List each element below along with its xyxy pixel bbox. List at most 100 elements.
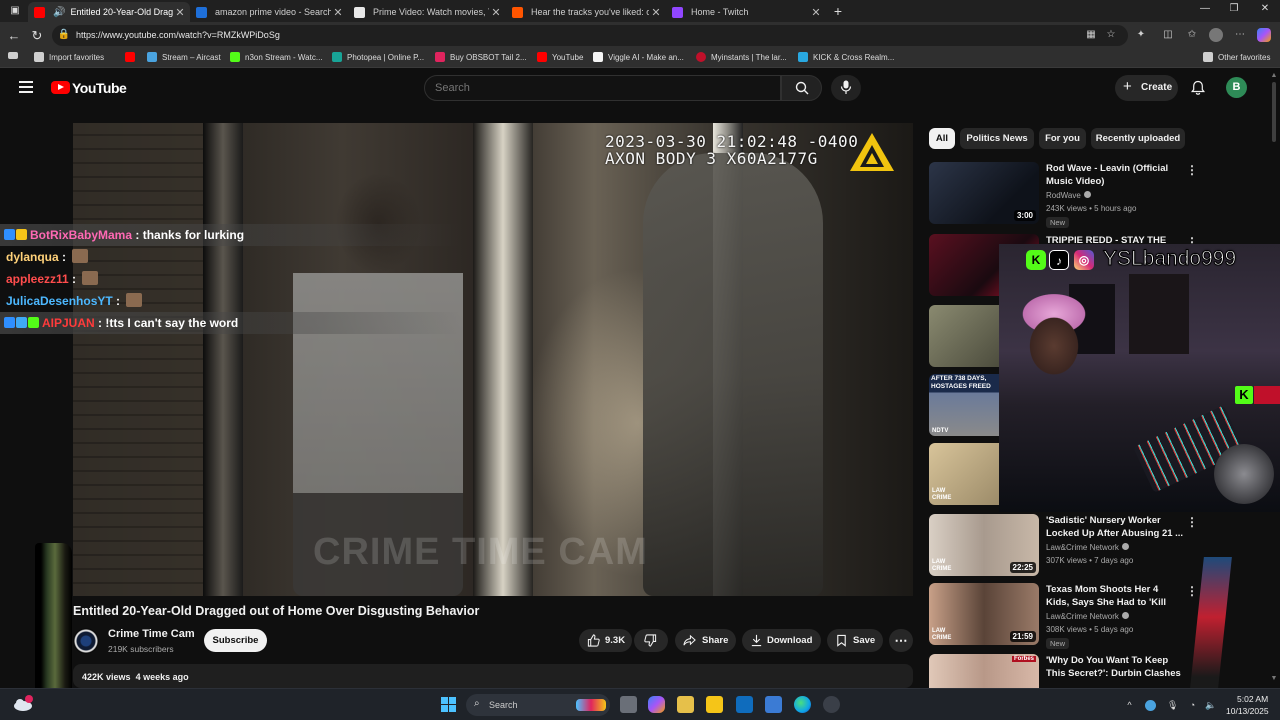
video-player[interactable]: 2023-03-30 21:02:48 -0400 AXON BODY 3 X6… [73, 123, 913, 596]
tab-twitch[interactable]: Home - Twitch ✕ [666, 2, 826, 22]
favorite-star-icon[interactable]: ☆ [1104, 28, 1118, 42]
recommendation-title[interactable]: 'Why Do You Want To Keep This Secret?': … [1046, 654, 1184, 680]
create-button[interactable]: + Create [1115, 75, 1178, 101]
bookmark-viggle[interactable]: Viggle AI - Make an... [593, 52, 684, 62]
share-button[interactable]: Share [675, 629, 736, 652]
notifications-bell-icon[interactable] [1190, 80, 1206, 96]
recommendation-thumbnail[interactable]: 3:00 [929, 162, 1039, 224]
url-field[interactable]: 🔒 https://www.youtube.com/watch?v=RMZkWP… [52, 25, 1128, 46]
weather-icon[interactable] [12, 694, 34, 714]
scrollbar-thumb[interactable] [1272, 82, 1276, 142]
bookmark-youtube-icon-only[interactable] [125, 52, 140, 62]
like-button[interactable]: 9.3K [579, 629, 632, 652]
window-close-icon[interactable]: ✕ [1250, 3, 1280, 19]
chip-politics-news[interactable]: Politics News [960, 128, 1034, 149]
minimize-icon[interactable]: — [1190, 3, 1220, 19]
recommendation-channel[interactable]: Law&Crime Network [1046, 543, 1129, 552]
recommendation-title[interactable]: 'Sadistic' Nursery Worker Locked Up Afte… [1046, 514, 1184, 540]
close-icon[interactable]: ✕ [809, 6, 823, 19]
recommendation-channel[interactable]: RodWave [1046, 191, 1091, 200]
search-button[interactable] [781, 75, 822, 101]
bookmark-kick-cross[interactable]: KICK & Cross Realm... [798, 52, 894, 62]
chip-for-you[interactable]: For you [1039, 128, 1086, 149]
clock-date[interactable]: 10/13/2025 [1226, 706, 1269, 716]
dislike-button[interactable] [634, 629, 668, 652]
scroll-down-arrow-icon[interactable]: ▼ [1270, 675, 1278, 683]
youtube-logo-icon[interactable] [51, 81, 70, 94]
bookmark-youtube[interactable]: YouTube [537, 52, 583, 62]
hamburger-menu-icon[interactable] [19, 81, 33, 93]
more-menu-icon[interactable]: ⋯ [1233, 28, 1247, 42]
profile-icon[interactable] [1209, 28, 1223, 42]
extensions-icon[interactable]: ✦ [1134, 28, 1148, 42]
split-screen-icon[interactable]: ◫ [1161, 28, 1175, 42]
recommendation-thumbnail[interactable]: LAW CRIME 22:25 [929, 514, 1039, 576]
app-available-icon[interactable]: ▦ [1084, 28, 1098, 42]
download-button[interactable]: Download [742, 629, 821, 652]
more-vertical-icon[interactable]: ⋮ [1186, 583, 1198, 599]
outlook-icon[interactable] [736, 696, 753, 713]
save-button[interactable]: Save [827, 629, 883, 652]
account-avatar[interactable]: B [1226, 77, 1247, 98]
channel-name[interactable]: Crime Time Cam [108, 628, 195, 640]
store-icon[interactable] [677, 696, 694, 713]
copilot-icon[interactable] [648, 696, 665, 713]
refresh-icon[interactable]: ↻ [28, 27, 46, 45]
recommendation-title[interactable]: Rod Wave - Leavin (Official Music Video) [1046, 162, 1184, 188]
more-vertical-icon[interactable]: ⋮ [1186, 514, 1198, 530]
voice-search-button[interactable] [831, 75, 861, 101]
photos-icon[interactable] [765, 696, 782, 713]
back-icon[interactable]: ← [5, 27, 23, 45]
chip-all[interactable]: All [929, 128, 955, 149]
close-icon[interactable]: ✕ [331, 6, 345, 19]
tab-soundcloud[interactable]: Hear the tracks you've liked: on S ✕ [506, 2, 666, 22]
speaker-icon[interactable]: 🔊 [53, 7, 65, 18]
bookmark-import-favorites[interactable]: Import favorites [34, 52, 104, 62]
tray-overflow-icon[interactable]: ^ [1124, 700, 1135, 711]
windows-start-icon[interactable] [441, 697, 456, 712]
edge-browser-icon[interactable] [794, 696, 811, 713]
recommendation-thumbnail[interactable]: Forbes [929, 654, 1039, 688]
recommendation-title[interactable]: Texas Mom Shoots Her 4 Kids, Says She Ha… [1046, 583, 1184, 609]
bookmark-myinstants[interactable]: Myinstants | The lar... [696, 52, 787, 62]
recommendation-channel[interactable]: Law&Crime Network [1046, 612, 1129, 621]
search-box[interactable] [424, 75, 781, 101]
favorites-icon[interactable]: ✩ [1185, 28, 1199, 42]
volume-icon[interactable]: 🔈 [1205, 700, 1216, 711]
close-icon[interactable]: ✕ [173, 6, 187, 19]
maximize-icon[interactable]: ❐ [1219, 3, 1249, 19]
close-icon[interactable]: ✕ [649, 6, 663, 19]
file-explorer-icon[interactable] [706, 696, 723, 713]
chips-next-arrow-icon[interactable] [1188, 128, 1212, 149]
bookmark-other-favorites[interactable]: Other favorites [1203, 52, 1270, 62]
taskbar-search[interactable]: ⌕ Search [466, 694, 610, 716]
tab-youtube-video[interactable]: 🔊 Entitled 20-Year-Old Dragged ✕ [28, 2, 190, 22]
tab-actions-icon[interactable]: ▣ [6, 2, 24, 20]
recommendation-thumbnail[interactable]: LAW CRIME 21:59 [929, 583, 1039, 645]
channel-avatar[interactable] [73, 628, 99, 654]
bookmark-menu-icon[interactable] [8, 52, 23, 59]
chip-recently-uploaded[interactable]: Recently uploaded [1091, 128, 1185, 149]
bookmark-aircast[interactable]: Stream – Aircast [147, 52, 221, 62]
new-tab-icon[interactable]: + [829, 2, 847, 20]
onedrive-icon[interactable] [1145, 700, 1156, 711]
description-box[interactable]: 422K views 4 weeks ago [73, 664, 913, 688]
clock-time[interactable]: 5:02 AM [1237, 694, 1268, 704]
wifi-icon[interactable]: ◔ [1187, 700, 1198, 711]
scroll-up-arrow-icon[interactable]: ▲ [1270, 72, 1278, 80]
bookmark-n3on[interactable]: n3on Stream - Watc... [230, 52, 323, 62]
search-input[interactable] [435, 82, 765, 94]
close-icon[interactable]: ✕ [489, 6, 503, 19]
tab-search[interactable]: amazon prime video - Search ✕ [190, 2, 348, 22]
copilot-icon[interactable] [1257, 28, 1271, 42]
task-view-icon[interactable] [620, 696, 637, 713]
bookmark-photopea[interactable]: Photopea | Online P... [332, 52, 424, 62]
more-actions-button[interactable]: ⋯ [889, 629, 913, 652]
obs-icon[interactable] [823, 696, 840, 713]
microphone-tray-icon[interactable]: 🎙 [1167, 700, 1178, 711]
bookmark-obsbot[interactable]: Buy OBSBOT Tail 2... [435, 52, 527, 62]
tab-prime-video[interactable]: Prime Video: Watch movies, TV sh ✕ [348, 2, 506, 22]
more-vertical-icon[interactable]: ⋮ [1186, 162, 1198, 178]
youtube-wordmark[interactable]: YouTube [72, 80, 127, 96]
subscribe-button[interactable]: Subscribe [204, 629, 267, 652]
